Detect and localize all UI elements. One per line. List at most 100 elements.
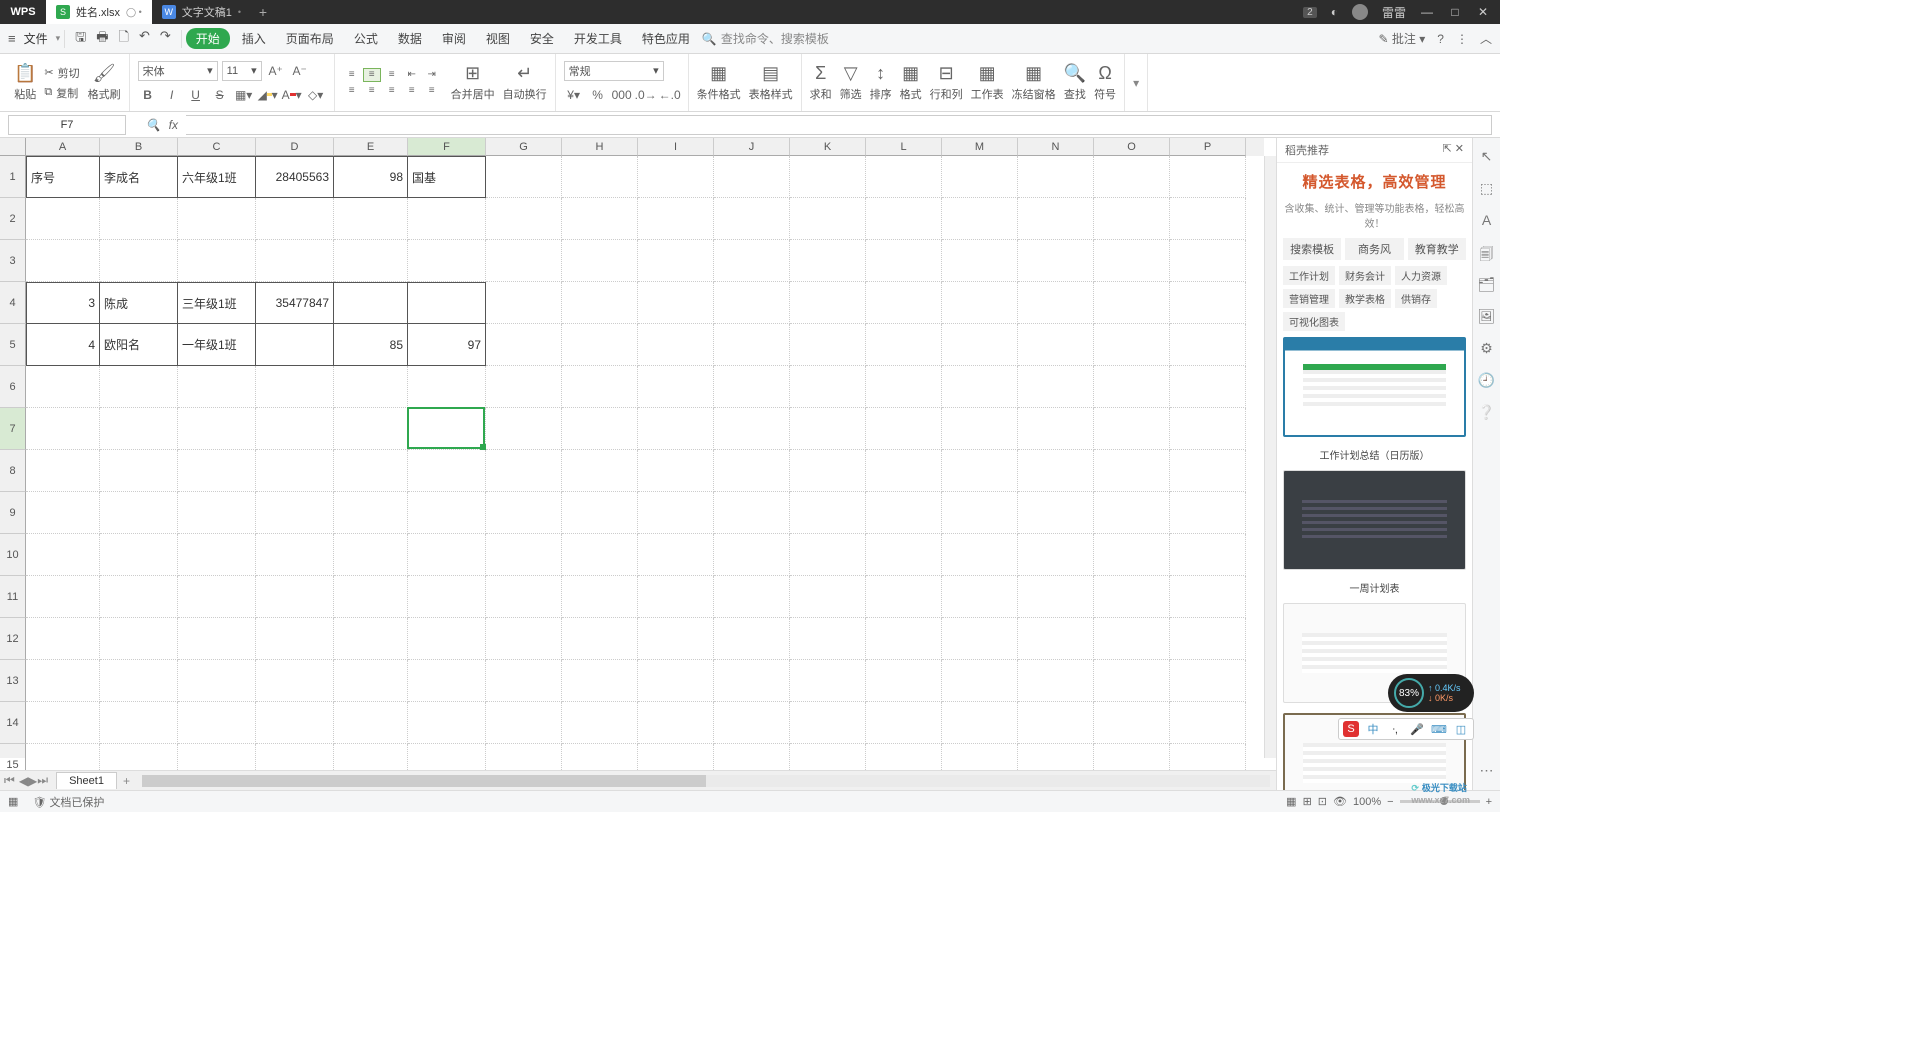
cell-N4[interactable] (1018, 282, 1094, 324)
cell-P2[interactable] (1170, 198, 1246, 240)
column-header-H[interactable]: H (562, 138, 638, 156)
cell-J1[interactable] (714, 156, 790, 198)
cell-A15[interactable] (26, 744, 100, 770)
spreadsheet-grid[interactable]: ABCDEFGHIJKLMNOP 12345678910111213141516… (0, 138, 1276, 770)
redo-icon[interactable]: ↷ (160, 28, 171, 50)
cell-J5[interactable] (714, 324, 790, 366)
cell-A14[interactable] (26, 702, 100, 744)
cell-M11[interactable] (942, 576, 1018, 618)
cell-I13[interactable] (638, 660, 714, 702)
column-header-F[interactable]: F (408, 138, 486, 156)
cell-G1[interactable] (486, 156, 562, 198)
zoom-formula-icon[interactable]: 🔍 (146, 118, 161, 132)
document-tab-2[interactable]: W 文字文稿1 • (152, 0, 251, 24)
tab-special[interactable]: 特色应用 (634, 30, 698, 47)
cell-L8[interactable] (866, 450, 942, 492)
cell-I5[interactable] (638, 324, 714, 366)
cell-G4[interactable] (486, 282, 562, 324)
cell-P10[interactable] (1170, 534, 1246, 576)
column-header-K[interactable]: K (790, 138, 866, 156)
cell-F2[interactable] (408, 198, 486, 240)
cell-K9[interactable] (790, 492, 866, 534)
cell-N1[interactable] (1018, 156, 1094, 198)
currency-icon[interactable]: ¥▾ (564, 85, 584, 105)
clipboard-tool-icon[interactable]: 🗐 (1478, 244, 1496, 262)
cell-F13[interactable] (408, 660, 486, 702)
cell-N6[interactable] (1018, 366, 1094, 408)
cell-A9[interactable] (26, 492, 100, 534)
cell-D1[interactable]: 28405563 (256, 156, 334, 198)
cell-L10[interactable] (866, 534, 942, 576)
cell-O10[interactable] (1094, 534, 1170, 576)
cell-E5[interactable]: 85 (334, 324, 408, 366)
sheet-nav-first[interactable]: ⏮ (0, 773, 19, 788)
cell-E6[interactable] (334, 366, 408, 408)
highlight-button[interactable]: ◇▾ (306, 85, 326, 105)
cell-K7[interactable] (790, 408, 866, 450)
cell-P4[interactable] (1170, 282, 1246, 324)
cell-O8[interactable] (1094, 450, 1170, 492)
cell-B12[interactable] (100, 618, 178, 660)
cell-H6[interactable] (562, 366, 638, 408)
row-header-13[interactable]: 13 (0, 660, 26, 702)
minimize-button[interactable]: — (1420, 5, 1434, 19)
ime-toolbar[interactable]: S 中 ᐧ, 🎤 ⌨ ◫ (1338, 718, 1474, 740)
cell-H4[interactable] (562, 282, 638, 324)
cell-O6[interactable] (1094, 366, 1170, 408)
cell-L7[interactable] (866, 408, 942, 450)
notification-badge[interactable]: 2 (1303, 7, 1317, 18)
number-format-combo[interactable]: 常规▾ (564, 61, 664, 81)
cell-P11[interactable] (1170, 576, 1246, 618)
column-header-A[interactable]: A (26, 138, 100, 156)
cell-D9[interactable] (256, 492, 334, 534)
tab-insert[interactable]: 插入 (234, 30, 274, 47)
row-header-6[interactable]: 6 (0, 366, 26, 408)
cell-D8[interactable] (256, 450, 334, 492)
copy-button[interactable]: ⧉ 复制 (44, 85, 79, 101)
app-logo[interactable]: WPS (0, 6, 46, 18)
tab-dev-tools[interactable]: 开发工具 (566, 30, 630, 47)
cell-K14[interactable] (790, 702, 866, 744)
cell-I4[interactable] (638, 282, 714, 324)
find-button[interactable]: 🔍查找 (1064, 63, 1086, 102)
cell-N3[interactable] (1018, 240, 1094, 282)
row-header-11[interactable]: 11 (0, 576, 26, 618)
column-header-B[interactable]: B (100, 138, 178, 156)
cell-F3[interactable] (408, 240, 486, 282)
paste-button[interactable]: 📋粘贴 (14, 63, 36, 102)
cell-M2[interactable] (942, 198, 1018, 240)
increase-font-icon[interactable]: A⁺ (266, 61, 286, 81)
cell-N8[interactable] (1018, 450, 1094, 492)
cell-K3[interactable] (790, 240, 866, 282)
cell-I7[interactable] (638, 408, 714, 450)
cell-N5[interactable] (1018, 324, 1094, 366)
cell-C2[interactable] (178, 198, 256, 240)
cell-G2[interactable] (486, 198, 562, 240)
cell-C14[interactable] (178, 702, 256, 744)
cell-N10[interactable] (1018, 534, 1094, 576)
cell-G9[interactable] (486, 492, 562, 534)
cell-C10[interactable] (178, 534, 256, 576)
conditional-format-button[interactable]: ▦条件格式 (697, 63, 741, 102)
cell-J7[interactable] (714, 408, 790, 450)
cell-L15[interactable] (866, 744, 942, 770)
cell-O5[interactable] (1094, 324, 1170, 366)
select-tool-icon[interactable]: ⬚ (1478, 180, 1496, 198)
cell-C6[interactable] (178, 366, 256, 408)
column-header-C[interactable]: C (178, 138, 256, 156)
ime-keyboard-icon[interactable]: ⌨ (1431, 721, 1447, 737)
history-tool-icon[interactable]: 🕘 (1478, 372, 1496, 390)
cell-C8[interactable] (178, 450, 256, 492)
sheet-nav-prev[interactable]: ◀ (19, 774, 28, 788)
cell-I11[interactable] (638, 576, 714, 618)
cell-K5[interactable] (790, 324, 866, 366)
command-search[interactable]: 🔍 查找命令、搜索模板 (702, 30, 829, 47)
comment-button[interactable]: ✎ 批注 ▾ (1379, 30, 1426, 47)
cell-N14[interactable] (1018, 702, 1094, 744)
align-middle[interactable]: ≡ (363, 68, 381, 82)
cell-H10[interactable] (562, 534, 638, 576)
cell-I12[interactable] (638, 618, 714, 660)
tab-page-layout[interactable]: 页面布局 (278, 30, 342, 47)
cell-L3[interactable] (866, 240, 942, 282)
new-tab-button[interactable]: + (251, 4, 275, 20)
